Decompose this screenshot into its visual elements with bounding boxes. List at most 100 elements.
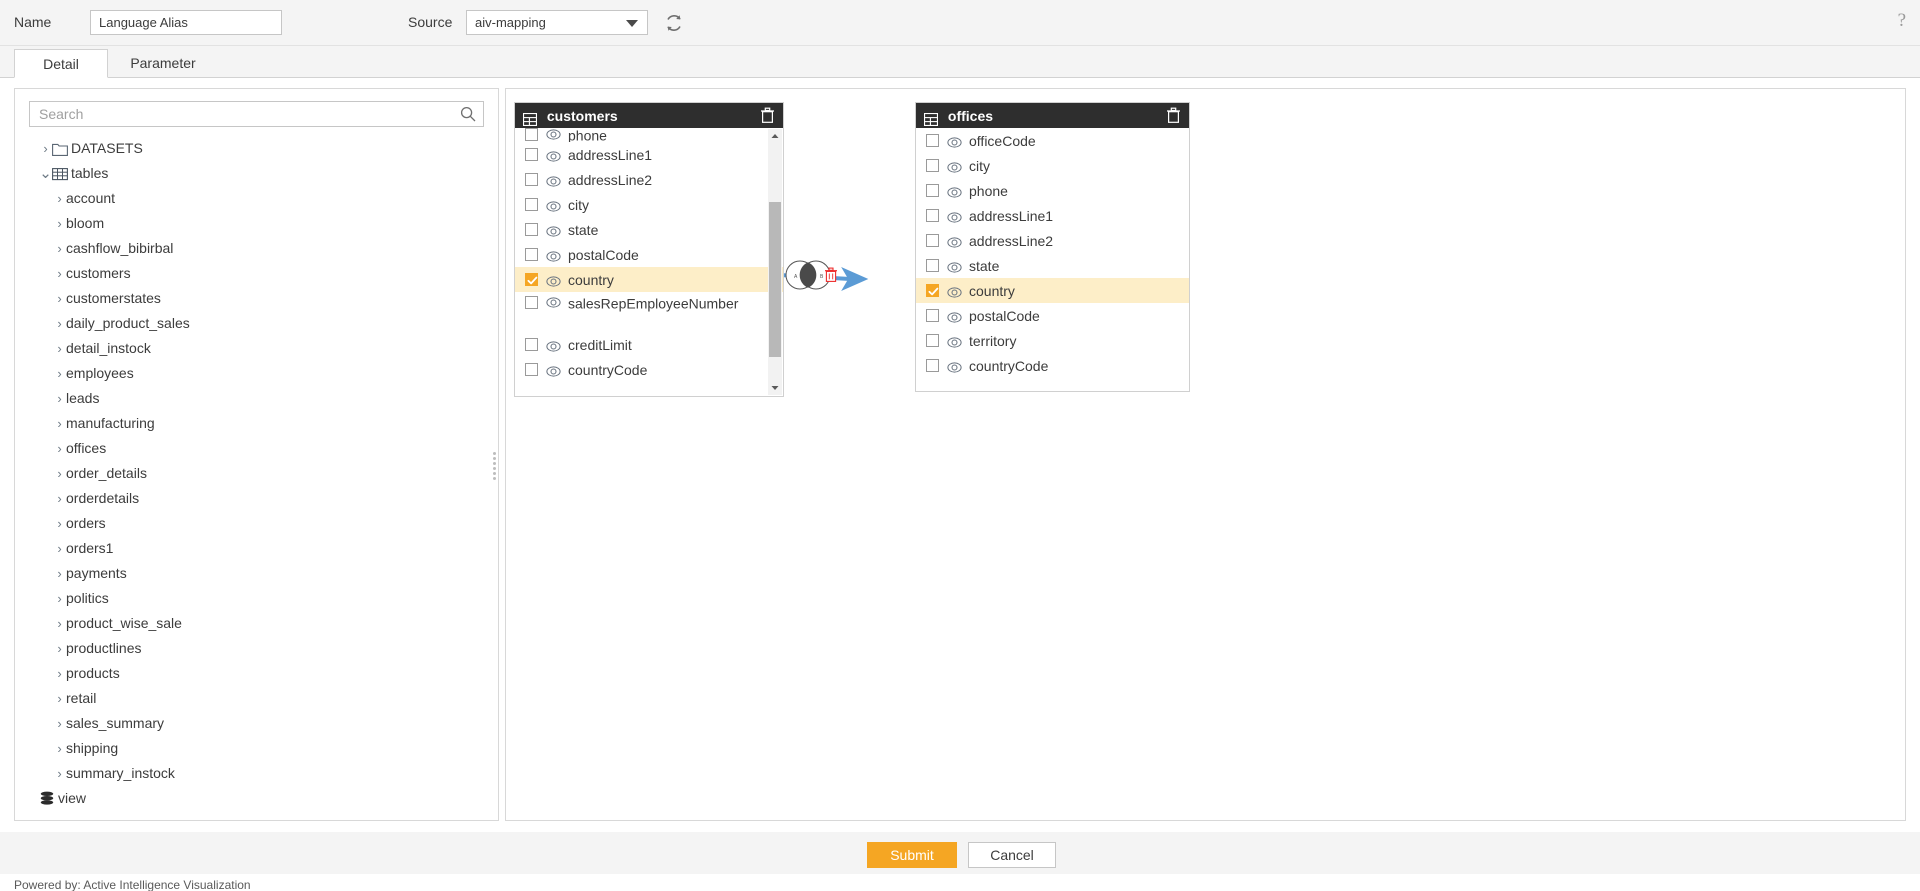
table-card-delete-icon[interactable] <box>1166 107 1181 124</box>
tree-item-retail[interactable]: › retail <box>15 685 498 710</box>
field-row[interactable]: country <box>916 278 1189 303</box>
scroll-down-icon[interactable] <box>768 381 782 395</box>
field-checkbox[interactable] <box>525 197 538 211</box>
eye-icon[interactable] <box>546 337 561 352</box>
tree-item-orders[interactable]: › orders <box>15 510 498 535</box>
chevron-right-icon[interactable]: › <box>53 311 66 336</box>
field-row[interactable]: addressLine2 <box>515 167 783 192</box>
tree-item-sales-summary[interactable]: › sales_summary <box>15 710 498 735</box>
tree-item-manufacturing[interactable]: › manufacturing <box>15 410 498 435</box>
tree-item-offices[interactable]: › offices <box>15 435 498 460</box>
chevron-right-icon[interactable]: › <box>39 136 52 161</box>
field-row[interactable]: addressLine2 <box>916 228 1189 253</box>
field-list[interactable]: phone addressLine1 addressLine2 city state po… <box>515 128 783 396</box>
chevron-right-icon[interactable]: › <box>53 186 66 211</box>
field-list[interactable]: officeCode city phone addressLine1 addressLi… <box>916 128 1189 391</box>
chevron-right-icon[interactable]: › <box>53 361 66 386</box>
field-checkbox[interactable] <box>525 272 538 286</box>
eye-icon[interactable] <box>947 258 962 273</box>
field-checkbox[interactable] <box>525 128 538 141</box>
tree-item-employees[interactable]: › employees <box>15 360 498 385</box>
field-checkbox[interactable] <box>926 308 939 322</box>
field-checkbox[interactable] <box>525 337 538 351</box>
table-card-customers[interactable]: customers phone addressLine1 addressLine2 c… <box>514 102 784 397</box>
tab-parameter[interactable]: Parameter <box>116 49 210 78</box>
tree-item-tables[interactable]: ⌄ tables <box>15 160 498 185</box>
chevron-right-icon[interactable]: › <box>53 436 66 461</box>
chevron-right-icon[interactable]: › <box>53 411 66 436</box>
field-row[interactable]: territory <box>916 328 1189 353</box>
eye-icon[interactable] <box>546 197 561 212</box>
field-row[interactable]: country <box>515 267 783 292</box>
chevron-right-icon[interactable]: › <box>53 236 66 261</box>
tree-item-detail-instock[interactable]: › detail_instock <box>15 335 498 360</box>
chevron-right-icon[interactable]: › <box>53 461 66 486</box>
tree-item-customers[interactable]: › customers <box>15 260 498 285</box>
field-row[interactable]: addressLine1 <box>916 203 1189 228</box>
eye-icon[interactable] <box>947 158 962 173</box>
eye-icon[interactable] <box>947 308 962 323</box>
eye-icon[interactable] <box>947 233 962 248</box>
field-checkbox[interactable] <box>926 258 939 272</box>
table-card-offices[interactable]: offices officeCode city phone addressLine1 a… <box>915 102 1190 392</box>
tree-item-account[interactable]: › account <box>15 185 498 210</box>
field-checkbox[interactable] <box>525 147 538 161</box>
eye-icon[interactable] <box>546 128 561 142</box>
eye-icon[interactable] <box>947 133 962 148</box>
tree-item-politics[interactable]: › politics <box>15 585 498 610</box>
help-icon[interactable]: ? <box>1898 10 1906 32</box>
field-checkbox[interactable] <box>525 172 538 186</box>
name-input[interactable] <box>90 10 282 35</box>
scroll-up-icon[interactable] <box>768 129 782 143</box>
table-card-header[interactable]: offices <box>916 103 1189 128</box>
dataset-tree[interactable]: › DATASETS ⌄ tables › account › bloom › cashflow_… <box>15 135 498 820</box>
eye-icon[interactable] <box>546 362 561 377</box>
chevron-right-icon[interactable]: › <box>53 536 66 561</box>
eye-icon[interactable] <box>546 272 561 287</box>
source-select[interactable]: aiv-mapping <box>466 10 648 35</box>
field-checkbox[interactable] <box>926 233 939 247</box>
tab-detail[interactable]: Detail <box>14 49 108 78</box>
submit-button[interactable]: Submit <box>867 842 957 868</box>
eye-icon[interactable] <box>947 333 962 348</box>
field-row[interactable]: salesRepEmployeeNumber <box>515 292 783 332</box>
chevron-right-icon[interactable]: › <box>53 711 66 736</box>
field-checkbox[interactable] <box>926 208 939 222</box>
table-card-header[interactable]: customers <box>515 103 783 128</box>
chevron-right-icon[interactable]: › <box>53 636 66 661</box>
chevron-right-icon[interactable]: › <box>53 386 66 411</box>
field-row[interactable]: state <box>515 217 783 242</box>
field-checkbox[interactable] <box>926 133 939 147</box>
tree-item-orderdetails[interactable]: › orderdetails <box>15 485 498 510</box>
field-row[interactable]: phone <box>916 178 1189 203</box>
tree-item-customerstates[interactable]: › customerstates <box>15 285 498 310</box>
chevron-right-icon[interactable]: › <box>53 336 66 361</box>
eye-icon[interactable] <box>546 147 561 162</box>
field-row[interactable]: city <box>515 192 783 217</box>
field-row[interactable]: postalCode <box>515 242 783 267</box>
table-card-delete-icon[interactable] <box>760 107 775 124</box>
field-checkbox[interactable] <box>926 333 939 347</box>
eye-icon[interactable] <box>546 247 561 262</box>
chevron-right-icon[interactable]: › <box>53 561 66 586</box>
field-checkbox[interactable] <box>525 222 538 236</box>
chevron-right-icon[interactable]: › <box>53 286 66 311</box>
tree-item-order-details[interactable]: › order_details <box>15 460 498 485</box>
field-row[interactable]: city <box>916 153 1189 178</box>
field-checkbox[interactable] <box>525 247 538 261</box>
chevron-down-icon[interactable]: ⌄ <box>39 161 52 186</box>
chevron-right-icon[interactable]: › <box>53 736 66 761</box>
chevron-right-icon[interactable]: › <box>53 261 66 286</box>
chevron-right-icon[interactable]: › <box>53 511 66 536</box>
field-row[interactable]: postalCode <box>916 303 1189 328</box>
chevron-right-icon[interactable]: › <box>53 586 66 611</box>
eye-icon[interactable] <box>546 172 561 187</box>
field-checkbox[interactable] <box>525 362 538 376</box>
tree-item-products[interactable]: › products <box>15 660 498 685</box>
field-row[interactable]: addressLine1 <box>515 142 783 167</box>
tree-item-payments[interactable]: › payments <box>15 560 498 585</box>
field-row[interactable]: creditLimit <box>515 332 783 357</box>
tree-item-view[interactable]: view <box>15 785 498 810</box>
field-row[interactable]: state <box>916 253 1189 278</box>
chevron-right-icon[interactable]: › <box>53 611 66 636</box>
